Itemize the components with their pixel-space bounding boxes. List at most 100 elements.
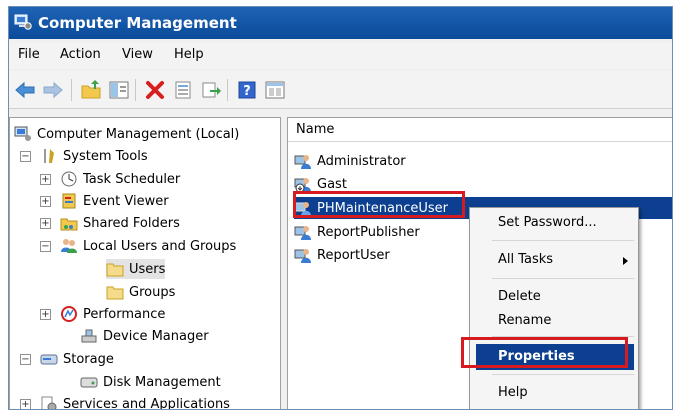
- navigation-tree: Computer Management (Local) − System Too…: [9, 117, 281, 410]
- toolbar-separator: [135, 79, 136, 101]
- help-icon[interactable]: ?: [235, 79, 259, 101]
- toolbar-separator: [227, 79, 228, 101]
- disk-icon: [80, 377, 98, 388]
- user-name: PHMaintenanceUser: [317, 200, 448, 216]
- menu-item-delete[interactable]: Delete: [498, 289, 541, 304]
- expand-toggle[interactable]: +: [40, 309, 51, 320]
- tools-icon: [44, 149, 54, 163]
- tree-label: Event Viewer: [83, 193, 169, 209]
- user-icon: [294, 155, 311, 169]
- tree-node-disk-management[interactable]: Disk Management: [80, 372, 221, 392]
- expand-toggle[interactable]: +: [40, 218, 51, 229]
- menu-separator: [492, 240, 634, 241]
- list-item[interactable]: ReportPublisher: [294, 221, 420, 243]
- show-hide-tree-icon[interactable]: [107, 79, 131, 101]
- tree-node-storage[interactable]: Storage: [40, 349, 114, 369]
- tree-label: Local Users and Groups: [83, 238, 237, 254]
- window-title: Computer Management: [38, 14, 237, 32]
- collapse-toggle[interactable]: −: [20, 354, 31, 365]
- tree-node-root[interactable]: Computer Management (Local): [14, 124, 239, 144]
- tree-label: Storage: [63, 351, 114, 367]
- menu-view[interactable]: View: [122, 47, 153, 62]
- tree-label: Task Scheduler: [83, 171, 181, 187]
- menu-item-all-tasks[interactable]: All Tasks: [498, 252, 553, 267]
- tree-label: System Tools: [63, 148, 148, 164]
- users-icon: [61, 239, 77, 253]
- expand-toggle[interactable]: +: [40, 196, 51, 207]
- collapse-toggle[interactable]: −: [20, 151, 31, 162]
- expand-toggle[interactable]: +: [20, 399, 31, 409]
- menu-help[interactable]: Help: [174, 47, 204, 62]
- menu-item-help[interactable]: Help: [498, 385, 528, 400]
- tree-label: Services and Applications: [63, 396, 230, 410]
- tree-node-local-users-groups[interactable]: Local Users and Groups: [60, 236, 236, 256]
- tree-label: Groups: [129, 284, 176, 300]
- list-item-selected[interactable]: PHMaintenanceUser: [294, 197, 448, 219]
- console-icon[interactable]: [263, 79, 287, 101]
- tree-node-groups[interactable]: Groups: [106, 282, 175, 302]
- menu-item-set-password[interactable]: Set Password...: [498, 215, 597, 230]
- tree-label: Disk Management: [103, 374, 221, 390]
- list-item[interactable]: ReportUser: [294, 244, 390, 266]
- tree-node-event-viewer[interactable]: Event Viewer: [60, 191, 169, 211]
- menu-file[interactable]: File: [18, 47, 40, 62]
- user-name: Gast: [317, 176, 347, 192]
- user-name: ReportUser: [317, 247, 390, 263]
- user-icon: [294, 249, 311, 263]
- tree-node-system-tools[interactable]: System Tools: [40, 146, 148, 166]
- menu-separator: [492, 374, 634, 375]
- context-menu: Set Password... All Tasks Delete Rename …: [469, 207, 639, 409]
- svg-text:?: ?: [243, 84, 251, 99]
- tree-node-shared-folders[interactable]: Shared Folders: [60, 213, 180, 233]
- toolbar: ?: [9, 71, 672, 109]
- event-viewer-icon: [62, 193, 76, 209]
- menu-item-properties[interactable]: Properties: [498, 349, 575, 364]
- user-name: ReportPublisher: [317, 224, 420, 240]
- column-header-label: Name: [296, 122, 335, 137]
- expand-toggle[interactable]: +: [40, 174, 51, 185]
- computer-management-icon: [14, 14, 32, 30]
- up-folder-icon[interactable]: [79, 79, 103, 101]
- tree-label: Users: [129, 261, 166, 277]
- menu-action[interactable]: Action: [60, 47, 101, 62]
- submenu-arrow-icon: [623, 257, 628, 265]
- tree-node-users[interactable]: Users: [106, 259, 166, 279]
- user-icon: [294, 226, 311, 240]
- export-icon[interactable]: [199, 79, 223, 101]
- properties-icon[interactable]: [171, 79, 195, 101]
- menu-bar: File Action View Help: [9, 43, 672, 69]
- tree-node-task-scheduler[interactable]: Task Scheduler: [60, 169, 180, 189]
- forward-icon[interactable]: [41, 79, 65, 101]
- tree-label: Performance: [83, 306, 166, 322]
- tree-label: Device Manager: [103, 328, 209, 344]
- list-item[interactable]: Gast: [294, 173, 347, 195]
- computer-management-window: Computer Management File Action View Hel…: [8, 6, 673, 410]
- collapse-toggle[interactable]: −: [40, 241, 51, 252]
- performance-icon: [61, 306, 77, 322]
- list-item[interactable]: Administrator: [294, 150, 406, 172]
- tree-label: Shared Folders: [83, 215, 180, 231]
- tree-node-services-applications[interactable]: Services and Applications: [40, 394, 230, 410]
- storage-icon: [40, 354, 58, 365]
- column-header-name[interactable]: Name: [288, 118, 672, 142]
- menu-separator: [492, 336, 634, 337]
- delete-icon[interactable]: [143, 79, 167, 101]
- user-icon: [294, 202, 311, 216]
- tree-label: Computer Management (Local): [37, 126, 240, 142]
- menu-separator: [492, 278, 634, 279]
- folder-icon: [106, 263, 124, 277]
- back-icon[interactable]: [13, 79, 37, 101]
- folder-icon: [106, 286, 124, 300]
- menu-item-rename[interactable]: Rename: [498, 313, 551, 328]
- device-manager-icon: [81, 329, 97, 343]
- services-icon: [41, 396, 57, 409]
- toolbar-separator: [71, 79, 72, 101]
- computer-management-icon: [14, 126, 31, 141]
- user-name: Administrator: [317, 153, 406, 169]
- shared-folder-icon: [60, 218, 78, 231]
- clock-icon: [61, 171, 77, 187]
- tree-node-performance[interactable]: Performance: [60, 304, 165, 324]
- title-bar[interactable]: Computer Management: [9, 7, 672, 39]
- tree-node-device-manager[interactable]: Device Manager: [80, 326, 209, 346]
- disabled-user-icon: [294, 178, 311, 193]
